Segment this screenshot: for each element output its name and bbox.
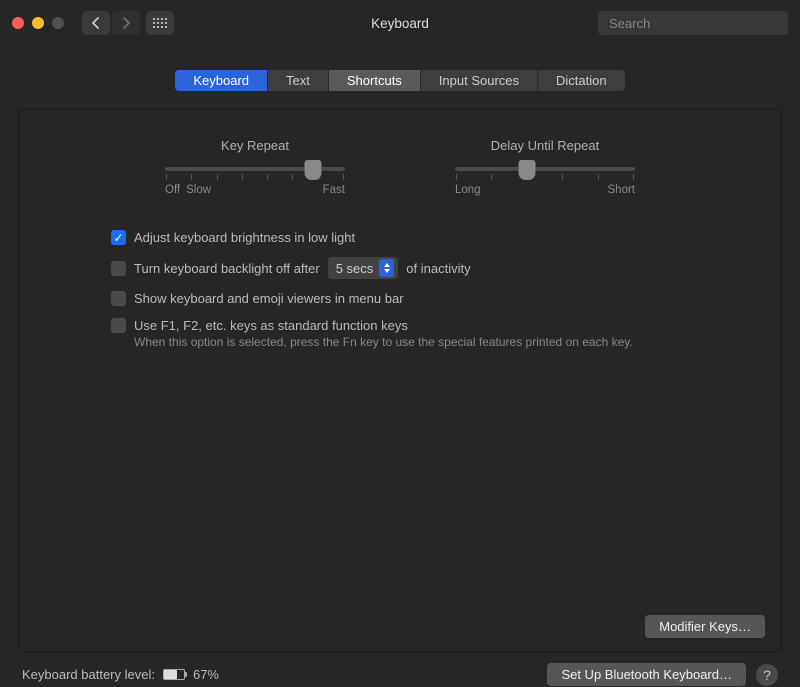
tab-bar: Keyboard Text Shortcuts Input Sources Di… — [0, 70, 800, 91]
forward-button — [112, 11, 140, 35]
fkeys-checkbox[interactable] — [111, 318, 126, 333]
chevron-left-icon — [91, 17, 101, 29]
backlight-off-checkbox[interactable] — [111, 261, 126, 276]
viewers-label: Show keyboard and emoji viewers in menu … — [134, 291, 404, 306]
battery-percent: 67% — [193, 667, 219, 682]
help-button[interactable]: ? — [756, 664, 778, 686]
search-input[interactable] — [609, 16, 785, 31]
backlight-timeout-dropdown[interactable]: 5 secs — [328, 257, 399, 279]
battery-label: Keyboard battery level: — [22, 667, 155, 682]
key-repeat-thumb[interactable] — [304, 160, 321, 180]
close-window-button[interactable] — [12, 17, 24, 29]
battery-fill — [164, 670, 177, 679]
delay-until-repeat-slider[interactable] — [455, 167, 635, 171]
fkeys-helptext: When this option is selected, press the … — [134, 335, 761, 349]
key-repeat-label: Key Repeat — [221, 138, 289, 153]
updown-arrows-icon — [379, 259, 394, 277]
minimize-window-button[interactable] — [32, 17, 44, 29]
label: Short — [608, 184, 636, 196]
label: Slow — [186, 184, 211, 196]
label: Long — [455, 184, 481, 196]
label: Fast — [323, 184, 345, 196]
delay-until-repeat-thumb[interactable] — [519, 160, 536, 180]
back-button[interactable] — [82, 11, 110, 35]
nav-buttons — [82, 11, 140, 35]
backlight-label-pre: Turn keyboard backlight off after — [134, 261, 320, 276]
delay-until-repeat-group: Delay Until Repeat Long Short — [455, 138, 635, 196]
tab-dictation[interactable]: Dictation — [538, 70, 625, 91]
delay-until-repeat-label: Delay Until Repeat — [491, 138, 599, 153]
label: Off — [165, 184, 180, 196]
fkeys-label: Use F1, F2, etc. keys as standard functi… — [134, 318, 408, 333]
modifier-keys-button[interactable]: Modifier Keys… — [645, 615, 765, 638]
grid-icon — [153, 18, 167, 28]
window-title: Keyboard — [371, 16, 429, 31]
tab-input-sources[interactable]: Input Sources — [421, 70, 538, 91]
key-repeat-group: Key Repeat Off Slow Fast — [165, 138, 345, 196]
brightness-label: Adjust keyboard brightness in low light — [134, 230, 355, 245]
chevron-right-icon — [121, 17, 131, 29]
panel: Key Repeat Off Slow Fast Delay Until Repe… — [18, 109, 782, 653]
zoom-window-button — [52, 17, 64, 29]
dropdown-value: 5 secs — [336, 261, 374, 276]
tab-shortcuts[interactable]: Shortcuts — [329, 70, 421, 91]
backlight-label-post: of inactivity — [406, 261, 470, 276]
tab-keyboard[interactable]: Keyboard — [175, 70, 268, 91]
battery-icon — [163, 669, 185, 680]
titlebar: Keyboard — [0, 0, 800, 46]
key-repeat-slider[interactable] — [165, 167, 345, 171]
traffic-lights — [12, 17, 64, 29]
show-all-prefs-button[interactable] — [146, 11, 174, 35]
tab-text[interactable]: Text — [268, 70, 329, 91]
viewers-checkbox[interactable] — [111, 291, 126, 306]
search-box[interactable] — [598, 11, 788, 35]
setup-bluetooth-keyboard-button[interactable]: Set Up Bluetooth Keyboard… — [547, 663, 746, 686]
brightness-checkbox[interactable] — [111, 230, 126, 245]
